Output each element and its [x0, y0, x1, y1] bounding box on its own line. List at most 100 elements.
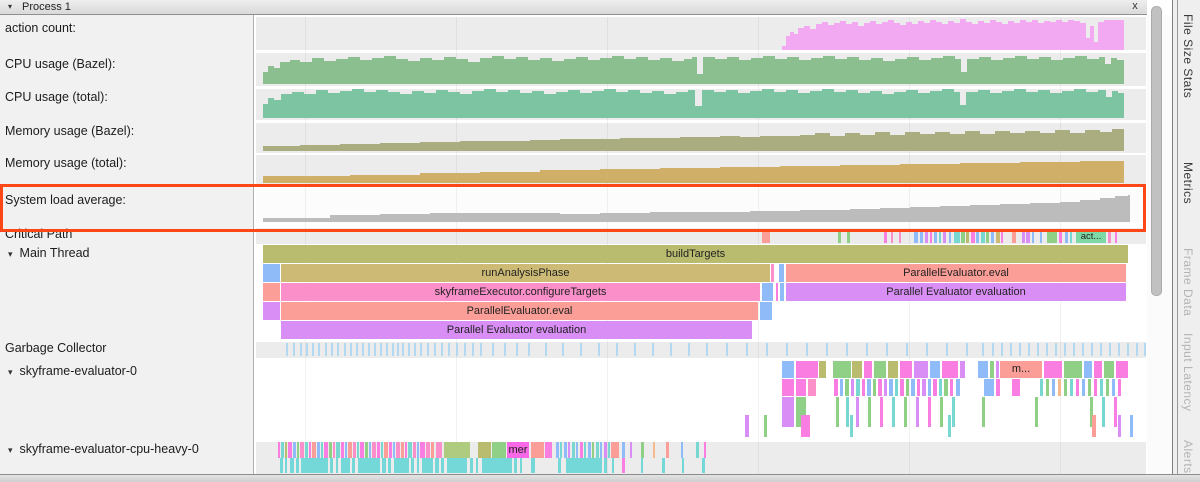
- gc-event-tick[interactable]: [562, 343, 564, 356]
- flame-bar[interactable]: [990, 361, 994, 378]
- flame-bar[interactable]: [925, 230, 928, 243]
- flame-bar[interactable]: [833, 361, 851, 378]
- flame-bar[interactable]: [780, 283, 784, 301]
- flame-bar[interactable]: [444, 442, 470, 458]
- gc-event-tick[interactable]: [1055, 343, 1057, 356]
- flame-bar[interactable]: [867, 379, 871, 396]
- flame-bar[interactable]: [846, 397, 849, 427]
- flame-bar-buildtargets[interactable]: buildTargets: [263, 245, 1128, 263]
- flame-bar[interactable]: [1059, 230, 1062, 243]
- flame-bar[interactable]: [942, 361, 958, 378]
- flame-bar[interactable]: [1065, 230, 1068, 243]
- gc-event-tick[interactable]: [318, 343, 320, 356]
- flame-bar[interactable]: [531, 442, 544, 458]
- flame-bar[interactable]: [329, 442, 332, 458]
- gc-event-tick[interactable]: [528, 343, 530, 356]
- flame-bar[interactable]: [1040, 379, 1043, 396]
- gc-event-tick[interactable]: [652, 343, 654, 356]
- flame-bar[interactable]: [939, 230, 941, 243]
- flame-bar[interactable]: [682, 458, 684, 473]
- flame-bar[interactable]: [922, 379, 926, 396]
- flame-bar[interactable]: [317, 442, 320, 458]
- flame-bar[interactable]: [949, 230, 951, 243]
- flame-bar[interactable]: [622, 458, 625, 473]
- gc-event-tick[interactable]: [1064, 343, 1066, 356]
- gc-event-tick[interactable]: [472, 343, 474, 356]
- gc-event-tick[interactable]: [1100, 343, 1102, 356]
- flame-bar[interactable]: [312, 442, 316, 458]
- gc-event-tick[interactable]: [356, 343, 358, 356]
- flame-bar[interactable]: [745, 415, 749, 437]
- gc-event-tick[interactable]: [580, 343, 582, 356]
- flame-bar[interactable]: [352, 458, 355, 473]
- flame-bar[interactable]: [431, 442, 434, 458]
- gc-event-tick[interactable]: [337, 343, 339, 356]
- flame-bar[interactable]: [336, 458, 338, 473]
- gc-event-tick[interactable]: [293, 343, 295, 356]
- flame-bar[interactable]: [991, 230, 994, 243]
- flame-bar[interactable]: [771, 264, 774, 282]
- gc-event-tick[interactable]: [1028, 343, 1030, 356]
- gc-event-tick[interactable]: [344, 343, 346, 356]
- gc-event-tick[interactable]: [616, 343, 618, 356]
- gc-event-tick[interactable]: [746, 343, 748, 356]
- flame-bar[interactable]: [764, 415, 767, 437]
- flame-bar[interactable]: [514, 458, 517, 473]
- flame-bar[interactable]: [365, 442, 368, 458]
- flame-bar[interactable]: [851, 379, 854, 396]
- flame-bar[interactable]: [920, 230, 923, 243]
- gc-event-tick[interactable]: [1091, 343, 1093, 356]
- gc-event-tick[interactable]: [350, 343, 352, 356]
- gc-event-tick[interactable]: [397, 343, 399, 356]
- flame-bar[interactable]: [393, 442, 395, 458]
- flame-bar[interactable]: [285, 458, 287, 473]
- flame-bar[interactable]: [580, 442, 583, 458]
- flame-bar[interactable]: [353, 442, 356, 458]
- flame-bar[interactable]: [612, 458, 614, 473]
- flame-bar[interactable]: [263, 302, 280, 320]
- flame-bar[interactable]: [417, 458, 419, 473]
- gc-event-tick[interactable]: [427, 343, 429, 356]
- flame-bar[interactable]: [1070, 230, 1072, 243]
- flame-bar[interactable]: [914, 230, 918, 243]
- flame-bar[interactable]: [782, 361, 794, 378]
- flame-bar[interactable]: [986, 230, 989, 243]
- flame-bar[interactable]: [940, 397, 943, 427]
- gc-event-tick[interactable]: [374, 343, 376, 356]
- gc-event-tick[interactable]: [688, 343, 690, 356]
- gc-event-tick[interactable]: [325, 343, 327, 356]
- flame-bar[interactable]: [1047, 230, 1057, 243]
- flame-bar[interactable]: [278, 442, 280, 458]
- flame-bar[interactable]: [641, 442, 644, 458]
- gc-event-tick[interactable]: [1082, 343, 1084, 356]
- flame-bar[interactable]: [961, 230, 965, 243]
- flame-bar[interactable]: [358, 458, 380, 473]
- flame-bar[interactable]: [996, 379, 1000, 396]
- flame-bar[interactable]: [1012, 379, 1020, 396]
- gc-event-tick[interactable]: [846, 343, 848, 356]
- flame-bar-act-[interactable]: act...: [1076, 230, 1106, 243]
- flame-bar[interactable]: [394, 458, 409, 473]
- gc-event-tick[interactable]: [906, 343, 908, 356]
- flame-bar[interactable]: [441, 458, 444, 473]
- flame-bar[interactable]: [900, 361, 912, 378]
- flame-bar[interactable]: [762, 230, 770, 243]
- flame-bar[interactable]: [917, 379, 920, 396]
- flame-bar[interactable]: [984, 379, 994, 396]
- flame-bar[interactable]: [878, 379, 882, 396]
- flame-bar[interactable]: [341, 458, 350, 473]
- flame-bar[interactable]: [978, 361, 988, 378]
- flame-bar[interactable]: [976, 230, 979, 243]
- flame-bar[interactable]: [928, 379, 931, 396]
- flame-bar-skyframeexecutor-configuretargets[interactable]: skyframeExecutor.configureTargets: [281, 283, 760, 301]
- gc-event-tick[interactable]: [826, 343, 828, 356]
- gc-event-tick[interactable]: [1118, 343, 1120, 356]
- flame-bar[interactable]: [1094, 379, 1097, 396]
- flame-bar[interactable]: [309, 442, 311, 458]
- flame-bar[interactable]: [476, 458, 478, 473]
- flame-bar[interactable]: [372, 442, 376, 458]
- gc-event-tick[interactable]: [306, 343, 308, 356]
- gc-event-tick[interactable]: [492, 343, 494, 356]
- flame-bar[interactable]: [1084, 361, 1092, 378]
- flame-bar[interactable]: [281, 442, 284, 458]
